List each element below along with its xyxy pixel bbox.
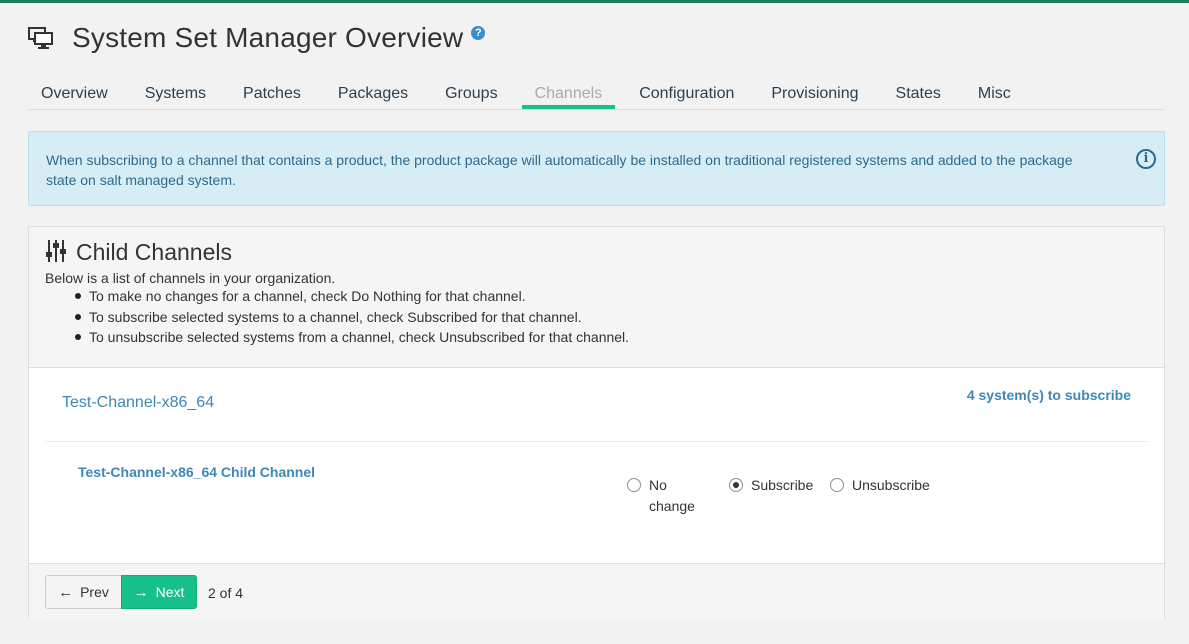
tab-systems[interactable]: Systems (132, 78, 219, 109)
tab-groups[interactable]: Groups (432, 78, 510, 109)
tab-overview[interactable]: Overview (28, 78, 121, 109)
no-change-label-line2: change (649, 498, 695, 514)
tab-patches[interactable]: Patches (230, 78, 314, 109)
page-title: System Set Manager Overview (72, 22, 464, 53)
unsubscribe-label: Unsubscribe (852, 477, 930, 493)
page-header: System Set Manager Overview ? (28, 20, 486, 60)
list-item: To unsubscribe selected systems from a c… (73, 327, 629, 348)
info-circle-icon: i (1136, 149, 1156, 169)
arrow-right-icon: → (133, 583, 149, 601)
arrow-left-icon: ← (58, 583, 74, 601)
page-count: 2 of 4 (208, 585, 244, 601)
child-channel-link[interactable]: Test-Channel-x86_64 Child Channel (78, 464, 315, 480)
tab-provisioning[interactable]: Provisioning (758, 78, 871, 109)
question-circle-icon[interactable]: ? (471, 26, 486, 40)
divider (45, 441, 1148, 442)
subscribe-radio[interactable] (729, 478, 743, 492)
subscribe-count-link[interactable]: 4 system(s) to subscribe (967, 387, 1131, 403)
next-label: Next (155, 584, 185, 600)
no-change-label-line1: No (649, 477, 667, 493)
prev-label: Prev (80, 584, 109, 600)
unsubscribe-radio[interactable] (830, 478, 844, 492)
panel-header: Child Channels Below is a list of channe… (29, 227, 1164, 368)
instruction-list: To make no changes for a channel, check … (73, 286, 629, 348)
tab-packages[interactable]: Packages (325, 78, 421, 109)
prev-button[interactable]: ← Prev (45, 575, 122, 609)
info-alert: When subscribing to a channel that conta… (28, 131, 1165, 206)
no-change-radio[interactable] (627, 478, 641, 492)
tab-misc[interactable]: Misc (965, 78, 1024, 109)
subscribe-label: Subscribe (751, 477, 814, 493)
top-accent-bar (0, 0, 1189, 3)
alert-text: When subscribing to a channel that conta… (46, 152, 1073, 188)
panel-title: Child Channels (46, 239, 232, 266)
tab-configuration[interactable]: Configuration (626, 78, 747, 109)
child-channels-panel: Child Channels Below is a list of channe… (28, 226, 1165, 620)
list-item: To make no changes for a channel, check … (73, 286, 629, 307)
panel-description: Below is a list of channels in your orga… (45, 270, 336, 286)
unsubscribe-option[interactable]: Unsubscribe (830, 475, 930, 496)
list-item: To subscribe selected systems to a chann… (73, 307, 629, 328)
sliders-icon (46, 239, 66, 266)
next-button[interactable]: → Next (121, 575, 197, 609)
tab-bar: Overview Systems Patches Packages Groups… (28, 78, 1165, 110)
base-channel-link[interactable]: Test-Channel-x86_64 (62, 394, 214, 412)
no-change-label: No change (649, 475, 695, 517)
panel-footer: ← Prev → Next 2 of 4 (29, 563, 1164, 620)
subscribe-option[interactable]: Subscribe (729, 475, 813, 496)
no-change-option[interactable]: No change (627, 475, 695, 517)
tab-states[interactable]: States (883, 78, 954, 109)
panel-title-text: Child Channels (76, 239, 232, 265)
tab-channels[interactable]: Channels (521, 78, 616, 109)
desktop-systems-icon (28, 26, 58, 50)
